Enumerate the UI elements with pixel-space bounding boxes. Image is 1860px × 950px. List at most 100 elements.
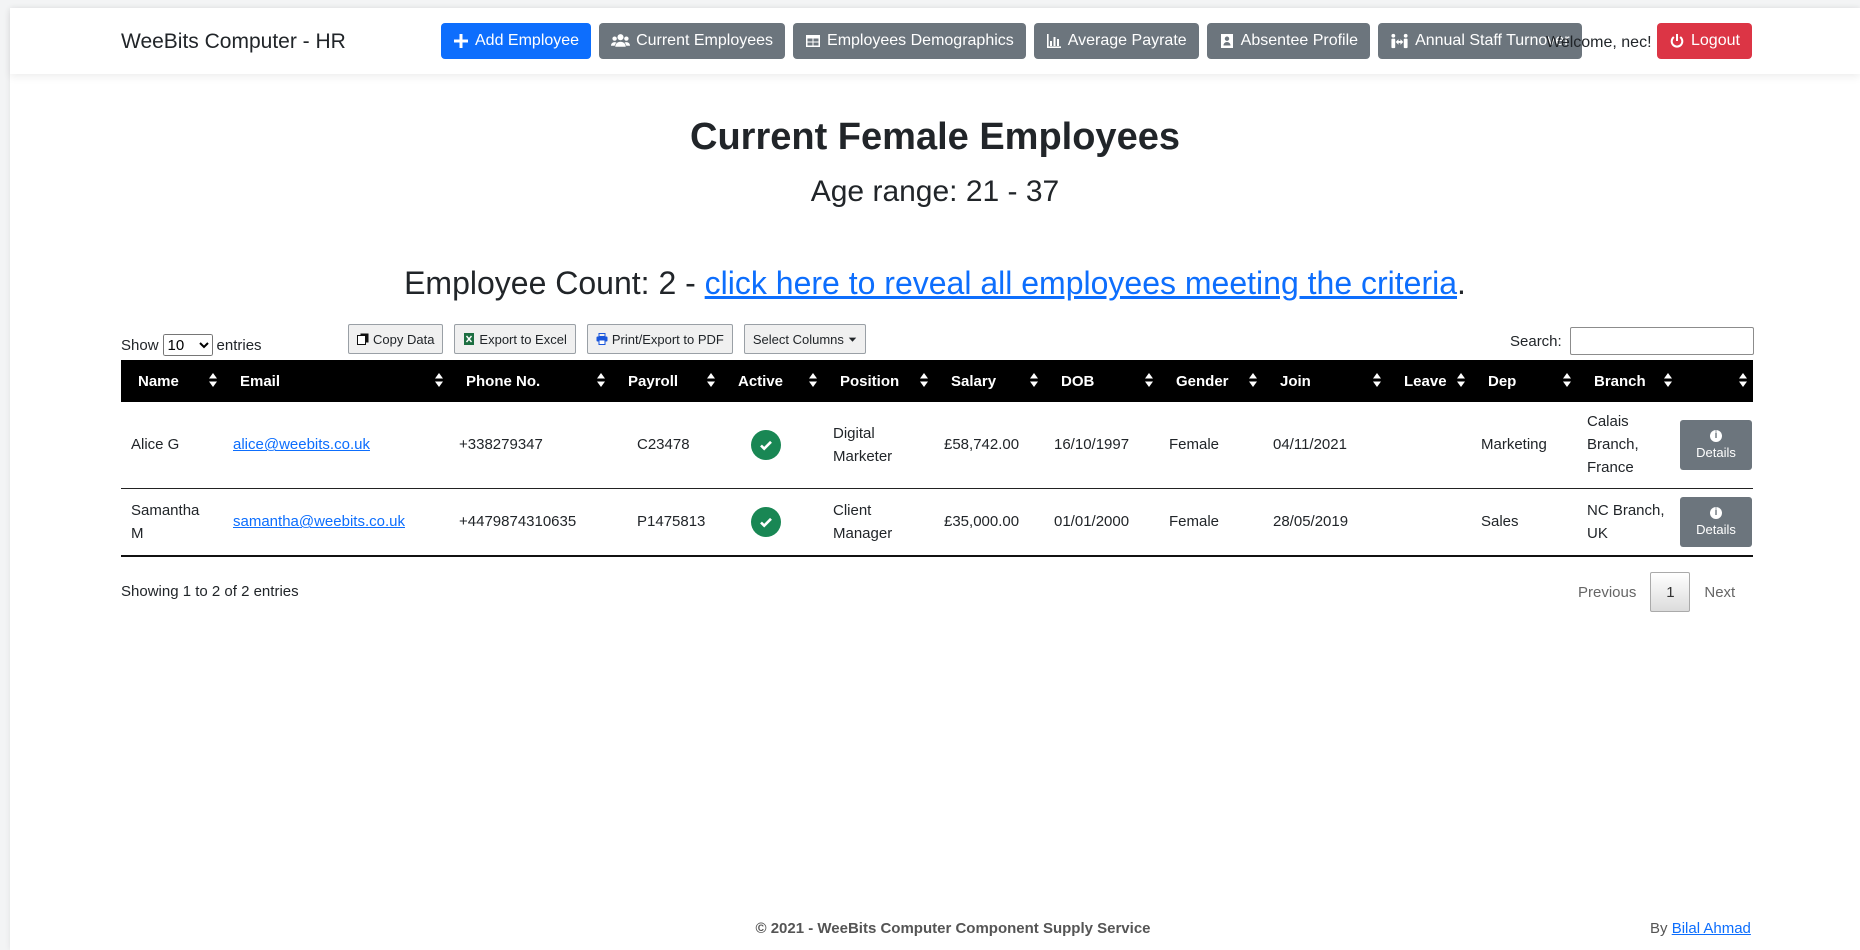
table-row: Samantha M samantha@weebits.co.uk +44798… (121, 488, 1753, 557)
cell-salary: £35,000.00 (934, 488, 1044, 557)
employee-count-heading: Employee Count: 2 - click here to reveal… (10, 265, 1860, 302)
copyright-text: © 2021 - WeeBits Computer Component Supp… (755, 920, 1151, 937)
page: WeeBits Computer - HR Add Employee Curre… (10, 8, 1860, 950)
plus-icon (454, 34, 468, 48)
search-input[interactable] (1569, 327, 1754, 355)
select-columns-label: Select Columns (752, 331, 844, 347)
export-buttons: Copy Data Export to Excel Print/Export t… (348, 324, 866, 354)
users-icon (611, 34, 631, 47)
add-employee-button[interactable]: Add Employee (441, 23, 592, 59)
id-card-icon (1220, 34, 1233, 48)
sort-icon (1739, 373, 1747, 387)
absentee-profile-label: Absentee Profile (1240, 32, 1359, 49)
next-page-button[interactable]: Next (1690, 584, 1749, 601)
entries-length-control: Show 10 entries (121, 334, 262, 356)
column-header-label: Payroll (628, 372, 679, 390)
column-header-salary[interactable]: Salary (934, 360, 1044, 402)
print-icon (596, 333, 608, 345)
employees-table: Name Email Phone No. Payroll Active Posi… (121, 360, 1753, 557)
employees-demographics-button[interactable]: Employees Demographics (793, 23, 1026, 59)
excel-icon (464, 333, 475, 345)
sort-icon (1563, 373, 1571, 387)
cell-branch: Calais Branch, France (1577, 402, 1678, 489)
copy-data-label: Copy Data (373, 331, 435, 347)
info-icon: i (1710, 506, 1722, 519)
reveal-all-employees-link[interactable]: click here to reveal all employees meeti… (705, 265, 1457, 301)
previous-page-button[interactable]: Previous (1564, 584, 1650, 601)
cell-actions: i Details (1678, 488, 1753, 557)
email-link[interactable]: alice@weebits.co.uk (233, 436, 370, 453)
entries-select[interactable]: 10 (162, 334, 213, 356)
copy-data-button[interactable]: Copy Data (348, 324, 444, 354)
email-link[interactable]: samantha@weebits.co.uk (233, 513, 405, 530)
cell-join: 28/05/2019 (1263, 488, 1387, 557)
column-header-dep[interactable]: Dep (1471, 360, 1577, 402)
column-header-name[interactable]: Name (121, 360, 223, 402)
sort-icon (1030, 373, 1038, 387)
column-header-position[interactable]: Position (823, 360, 934, 402)
cell-position: Client Manager (823, 488, 934, 557)
cell-name: Alice G (121, 402, 223, 489)
average-payrate-label: Average Payrate (1067, 32, 1187, 49)
pagination: Previous 1 Next (1564, 572, 1749, 612)
sort-icon (1145, 373, 1153, 387)
cell-payroll: C23478 (611, 402, 721, 489)
check-circle-icon (751, 429, 781, 460)
column-header-phone[interactable]: Phone No. (449, 360, 611, 402)
cell-position: Digital Marketer (823, 402, 934, 489)
author-link[interactable]: Bilal Ahmad (1672, 920, 1751, 937)
details-label: Details (1696, 521, 1736, 537)
column-header-leave[interactable]: Leave (1387, 360, 1471, 402)
author-byline: By Bilal Ahmad (1650, 920, 1751, 937)
select-columns-button[interactable]: Select Columns (743, 324, 866, 354)
welcome-text: Welcome, nec! (1546, 34, 1652, 51)
details-button[interactable]: i Details (1680, 419, 1752, 470)
details-button[interactable]: i Details (1680, 496, 1752, 547)
print-pdf-label: Print/Export to PDF (611, 331, 724, 347)
column-header-active[interactable]: Active (721, 360, 823, 402)
table-icon (806, 35, 821, 47)
average-payrate-button[interactable]: Average Payrate (1033, 23, 1199, 59)
column-header-join[interactable]: Join (1263, 360, 1387, 402)
column-header-payroll[interactable]: Payroll (611, 360, 721, 402)
nav-buttons: Add Employee Current Employees Employees… (441, 23, 1582, 59)
column-header-label: Active (738, 372, 784, 390)
cell-actions: i Details (1678, 402, 1753, 489)
cell-phone: +4479874310635 (449, 488, 611, 557)
column-header-branch[interactable]: Branch (1577, 360, 1678, 402)
column-header-gender[interactable]: Gender (1159, 360, 1263, 402)
page-1-button[interactable]: 1 (1650, 572, 1691, 612)
cell-leave (1387, 402, 1471, 489)
age-range-subtitle: Age range: 21 - 37 (810, 175, 1060, 208)
info-icon: i (1710, 429, 1722, 442)
column-header-email[interactable]: Email (223, 360, 449, 402)
cell-dob: 01/01/2000 (1044, 488, 1159, 557)
sort-icon (597, 373, 605, 387)
column-header-label: Dep (1488, 372, 1517, 390)
search-control: Search: (1510, 327, 1754, 355)
cell-join: 04/11/2021 (1263, 402, 1387, 489)
logout-button[interactable]: Logout (1657, 23, 1752, 59)
sort-icon (707, 373, 715, 387)
column-header-actions[interactable] (1678, 360, 1753, 402)
check-circle-icon (751, 506, 781, 537)
brand[interactable]: WeeBits Computer - HR (121, 30, 346, 54)
column-header-label: Position (840, 372, 900, 390)
cell-email: alice@weebits.co.uk (223, 402, 449, 489)
column-header-label: Email (240, 372, 281, 390)
power-icon (1670, 34, 1684, 48)
absentee-profile-button[interactable]: Absentee Profile (1206, 23, 1371, 59)
sort-icon (1457, 373, 1465, 387)
cell-branch: NC Branch, UK (1577, 488, 1678, 557)
sort-icon (920, 373, 928, 387)
column-header-label: DOB (1061, 372, 1095, 390)
column-header-dob[interactable]: DOB (1044, 360, 1159, 402)
people-arrows-icon (1391, 33, 1408, 49)
print-pdf-button[interactable]: Print/Export to PDF (586, 324, 733, 354)
current-employees-label: Current Employees (636, 32, 774, 49)
export-excel-label: Export to Excel (479, 331, 567, 347)
export-excel-button[interactable]: Export to Excel (454, 324, 576, 354)
table-info: Showing 1 to 2 of 2 entries (121, 583, 299, 600)
entries-label: entries (216, 336, 262, 354)
current-employees-button[interactable]: Current Employees (599, 23, 786, 59)
